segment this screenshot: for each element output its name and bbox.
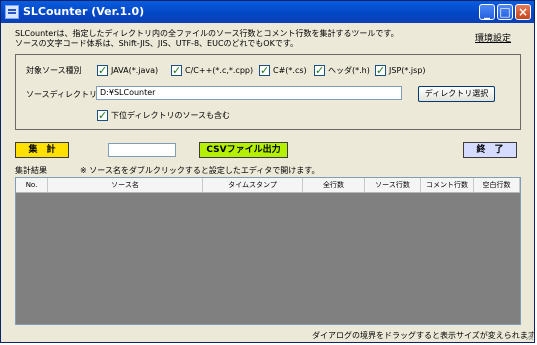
- jsp-label: JSP(*.jsp): [389, 66, 426, 75]
- window-title: SLCounter (Ver.1.0): [23, 5, 145, 18]
- column-total-lines[interactable]: 全行数: [303, 178, 365, 192]
- results-table[interactable]: No. ソース名 タイムスタンプ 全行数 ソース行数 コメント行数 空白行数: [15, 177, 521, 325]
- java-checkbox[interactable]: [97, 64, 108, 77]
- minimize-button[interactable]: _: [479, 4, 495, 20]
- column-no[interactable]: No.: [16, 178, 48, 192]
- intro-line-2: ソースの文字コード体系は、Shift-JIS、JIS、UTF-8、EUCのどれで…: [15, 39, 299, 48]
- source-type-label: 対象ソース種別: [26, 66, 82, 75]
- intro-line-1: SLCounterは、指定したディレクトリ内の全ファイルのソース行数とコメント行…: [15, 29, 399, 38]
- jsp-checkbox[interactable]: [375, 64, 386, 77]
- csharp-checkbox[interactable]: [259, 64, 270, 77]
- column-source-lines[interactable]: ソース行数: [365, 178, 421, 192]
- app-icon: [5, 5, 19, 19]
- table-header: No. ソース名 タイムスタンプ 全行数 ソース行数 コメント行数 空白行数: [16, 178, 520, 193]
- exit-button[interactable]: 終 了: [463, 142, 517, 158]
- app-window: SLCounter (Ver.1.0) _ □ × SLCounterは、指定し…: [0, 0, 535, 343]
- column-blank-lines[interactable]: 空白行数: [474, 178, 520, 192]
- column-comment-lines[interactable]: コメント行数: [421, 178, 474, 192]
- settings-link[interactable]: 環境設定: [475, 34, 511, 44]
- header-label: ヘッダ(*.h): [328, 66, 370, 75]
- close-button[interactable]: ×: [515, 4, 531, 20]
- subdir-label: 下位ディレクトリのソースも含む: [111, 111, 231, 120]
- csharp-label: C#(*.cs): [273, 66, 307, 75]
- directory-input[interactable]: D:¥SLCounter: [96, 86, 402, 100]
- footer-hint: ダイアログの境界をドラッグすると表示サイズが変えられます。: [312, 331, 535, 340]
- results-label: 集計結果: [15, 166, 47, 175]
- subdir-checkbox[interactable]: [97, 109, 108, 122]
- csv-export-button[interactable]: CSVファイル出力: [199, 142, 288, 158]
- count-button[interactable]: 集 計: [15, 142, 69, 158]
- cpp-label: C/C++(*.c,*.cpp): [185, 66, 254, 75]
- column-source-name[interactable]: ソース名: [48, 178, 203, 192]
- maximize-button[interactable]: □: [497, 4, 513, 20]
- progress-field: [108, 143, 176, 157]
- directory-label: ソースディレクトリ: [26, 90, 98, 99]
- results-note: ※ ソース名をダブルクリックすると設定したエディタで開けます。: [80, 166, 320, 175]
- column-timestamp[interactable]: タイムスタンプ: [203, 178, 303, 192]
- select-directory-button[interactable]: ディレクトリ選択: [418, 86, 495, 102]
- title-bar[interactable]: SLCounter (Ver.1.0) _ □ ×: [1, 1, 534, 23]
- options-panel: 対象ソース種別 JAVA(*.java) C/C++(*.c,*.cpp) C#…: [15, 54, 521, 130]
- resize-grip-icon[interactable]: [524, 331, 534, 341]
- java-label: JAVA(*.java): [111, 66, 159, 75]
- cpp-checkbox[interactable]: [171, 64, 182, 77]
- header-checkbox[interactable]: [314, 64, 325, 77]
